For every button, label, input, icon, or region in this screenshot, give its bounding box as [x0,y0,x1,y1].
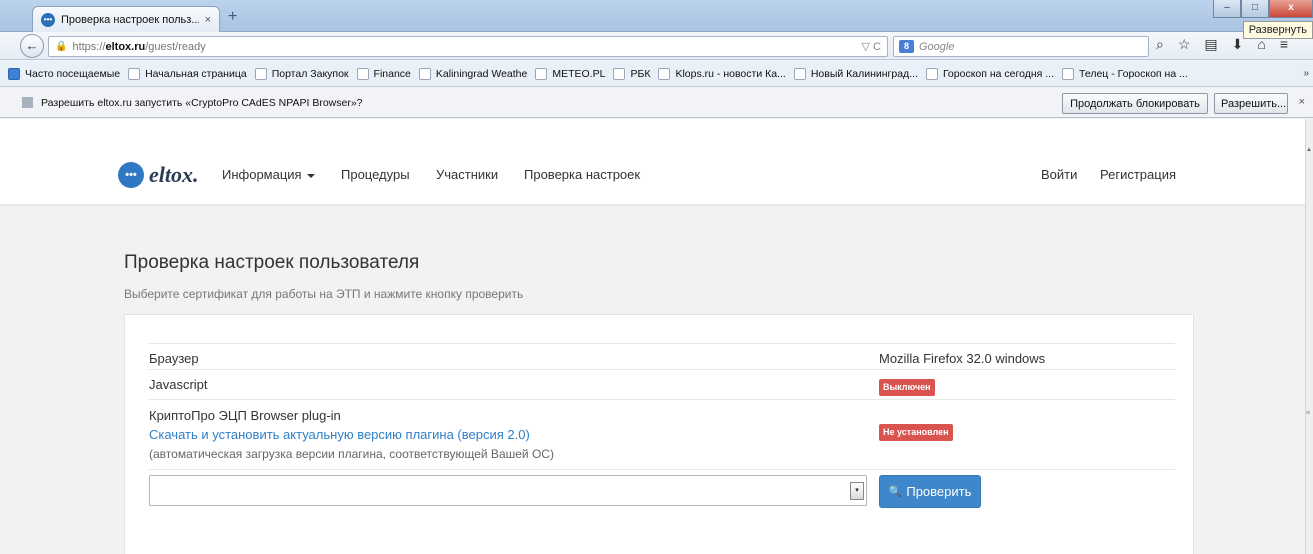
bookmark-item[interactable]: Finance [353,67,415,80]
bookmarks-list-icon[interactable]: ▤ [1204,36,1217,53]
allow-plugin-button[interactable]: Разрешить... [1214,93,1288,114]
caret-down-icon [306,173,315,178]
bookmark-item[interactable]: Телец - Гороскоп на ... [1058,67,1192,80]
row-label: Браузер [149,351,199,366]
eltox-logo[interactable]: ••• eltox. [118,162,199,188]
bookmark-page-icon [613,67,626,80]
bookmark-star-icon[interactable]: ☆ [1178,36,1191,53]
nav-settings-check[interactable]: Проверка настроек [524,167,640,182]
nav-procedures[interactable]: Процедуры [341,167,410,182]
search-icon[interactable]: ⌕ [1156,36,1164,53]
plugin-notification-bar: Разрешить eltox.ru запустить «CryptoPro … [0,88,1313,118]
chevron-down-icon[interactable]: ▾ [850,482,864,500]
bookmark-page-icon [356,67,369,80]
check-button-label: Проверить [906,484,972,499]
bookmark-item[interactable]: Kaliningrad Weathe [415,67,531,80]
bookmark-page-icon [658,67,671,80]
bookmark-item[interactable]: Новый Калининград... [790,67,922,80]
page-scrollbar[interactable] [1305,119,1313,554]
scroll-grip-icon[interactable]: ≡ [1306,410,1312,417]
close-notification-icon[interactable]: × [1299,96,1305,108]
plugin-note: (автоматическая загрузка версии плагина,… [149,447,554,461]
row-label: КриптоПро ЭЦП Browser plug-in [149,408,341,423]
window-titlebar: ••• Проверка настроек польз... × + – □ x… [0,0,1313,39]
bookmark-folder-icon [8,67,20,80]
logo-text: eltox. [149,162,199,187]
maximize-tooltip: Развернуть [1242,21,1313,39]
browser-value: Mozilla Firefox 32.0 windows [879,351,1046,366]
maximize-button[interactable]: □ [1241,0,1269,18]
browser-navbar: ← 🔒 https://eltox.ru/guest/ready ▽ C 8 G… [0,32,1313,60]
url-text: https://eltox.ru/guest/ready [72,40,206,53]
page-subtitle: Выберите сертификат для работы на ЭТП и … [124,287,524,301]
bookmark-page-icon [1062,67,1074,80]
close-window-button[interactable]: x [1269,0,1313,18]
logo-mark-icon: ••• [118,162,144,188]
notification-text: Разрешить eltox.ru запустить «CryptoPro … [41,96,363,109]
bookmarks-overflow-icon[interactable]: » [1303,68,1309,79]
check-button[interactable]: 🔍 Проверить [879,475,981,508]
tab-close-icon[interactable]: × [205,14,211,26]
minimize-button[interactable]: – [1213,0,1241,18]
bookmarks-bar: Часто посещаемые Начальная страница Порт… [0,61,1313,87]
certificate-select[interactable]: ▾ [149,475,867,506]
nav-login[interactable]: Войти [1041,167,1077,182]
search-bar[interactable]: 8 Google [893,36,1149,57]
page-content: ••• eltox. Информация Процедуры Участник… [0,119,1305,554]
table-row-javascript: Javascript Выключен [149,369,1175,399]
bookmark-item[interactable]: Часто посещаемые [4,67,124,80]
bookmark-item[interactable]: РБК [609,67,654,80]
search-engine-icon[interactable]: 8 [899,40,914,53]
table-row-browser: Браузер Mozilla Firefox 32.0 windows [149,343,1175,369]
settings-check-card: Браузер Mozilla Firefox 32.0 windows Jav… [124,314,1194,554]
bookmark-page-icon [254,67,267,80]
back-button[interactable]: ← [20,34,44,58]
status-badge: Не установлен [879,424,953,441]
bookmark-item[interactable]: Портал Закупок [251,67,353,80]
new-tab-button[interactable]: + [228,8,237,26]
nav-participants[interactable]: Участники [436,167,498,182]
eltox-favicon-icon: ••• [41,12,55,27]
row-label: Javascript [149,377,208,392]
url-bar[interactable]: 🔒 https://eltox.ru/guest/ready ▽ C [48,36,888,57]
page-title: Проверка настроек пользователя [124,252,420,273]
download-icon[interactable]: ⬇ [1232,36,1244,53]
status-badge: Выключен [879,379,935,396]
bookmark-page-icon [793,67,806,80]
bookmark-page-icon [418,67,431,80]
plugin-icon [22,97,33,108]
table-row-plugin: КриптоПро ЭЦП Browser plug-in Скачать и … [149,399,1175,469]
bookmark-item[interactable]: Начальная страница [124,67,251,80]
site-header: ••• eltox. Информация Процедуры Участник… [0,119,1305,205]
nav-register[interactable]: Регистрация [1100,167,1176,182]
bookmark-item[interactable]: Гороскоп на сегодня ... [922,67,1058,80]
nav-information[interactable]: Информация [222,167,315,182]
download-plugin-link[interactable]: Скачать и установить актуальную версию п… [149,427,530,442]
search-placeholder: Google [919,40,955,53]
bookmark-page-icon [925,67,938,80]
bookmark-item[interactable]: METEO.PL [531,67,609,80]
browser-tab[interactable]: ••• Проверка настроек польз... × [32,6,220,32]
window-controls: – □ x [1213,0,1313,18]
search-icon: 🔍 [888,486,903,498]
bookmark-page-icon [128,67,141,80]
tab-title: Проверка настроек польз... [61,13,199,26]
bookmark-item[interactable]: Klops.ru - новости Ка... [654,67,789,80]
table-divider [149,469,1175,470]
reload-icon[interactable]: ▽ C [862,40,881,53]
continue-blocking-button[interactable]: Продолжать блокировать [1062,93,1208,114]
scroll-up-icon[interactable]: ▲ [1305,147,1313,155]
lock-icon: 🔒 [55,41,68,52]
bookmark-page-icon [535,67,548,80]
